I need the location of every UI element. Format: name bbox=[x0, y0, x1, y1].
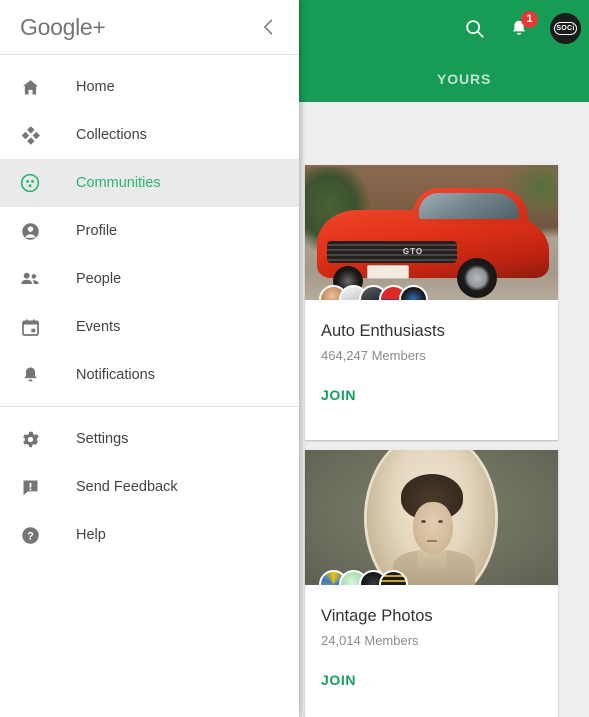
community-card-body: Auto Enthusiasts 464,247 Members JOIN bbox=[305, 300, 558, 405]
community-title: Vintage Photos bbox=[321, 607, 433, 625]
help-question-icon: ? bbox=[18, 523, 42, 547]
feedback-bubble-icon bbox=[18, 475, 42, 499]
join-button[interactable]: JOIN bbox=[321, 672, 356, 688]
sidebar-item-people[interactable]: People bbox=[0, 255, 299, 303]
sidebar-item-label: Events bbox=[76, 319, 121, 335]
sidebar-item-label: Settings bbox=[76, 431, 129, 447]
community-card[interactable]: GTO Auto Enthusiasts 464,247 Members JOI… bbox=[305, 165, 558, 440]
sidebar-item-notifications[interactable]: Notifications bbox=[0, 351, 299, 399]
drawer-primary-nav: Home Collections Communities Profile Peo… bbox=[0, 55, 299, 559]
join-button[interactable]: JOIN bbox=[321, 387, 356, 403]
sidebar-item-collections[interactable]: Collections bbox=[0, 111, 299, 159]
avatar-label: SOCi bbox=[554, 22, 577, 35]
collections-diamonds-icon bbox=[18, 123, 42, 147]
navigation-drawer: Google+ Home Collections Communities Pro… bbox=[0, 0, 299, 717]
community-member-count: 24,014 Members bbox=[321, 633, 419, 648]
member-avatar-row bbox=[319, 570, 408, 585]
sidebar-item-label: People bbox=[76, 271, 122, 287]
app-bar-actions: 1 SOCi bbox=[460, 0, 581, 57]
sidebar-item-profile[interactable]: Profile bbox=[0, 207, 299, 255]
community-member-count: 464,247 Members bbox=[321, 348, 426, 363]
sidebar-item-label: Collections bbox=[76, 127, 147, 143]
sidebar-item-communities[interactable]: Communities bbox=[0, 159, 299, 207]
sidebar-item-help[interactable]: ? Help bbox=[0, 511, 299, 559]
communities-circle-icon bbox=[18, 171, 42, 195]
person-circle-icon bbox=[18, 219, 42, 243]
member-avatar-row bbox=[319, 285, 428, 300]
gear-icon bbox=[18, 427, 42, 451]
sidebar-item-label: Profile bbox=[76, 223, 118, 239]
calendar-icon bbox=[18, 315, 42, 339]
people-group-icon bbox=[18, 267, 42, 291]
app-root: 1 SOCi MBER YOURS bbox=[0, 0, 589, 717]
drawer-divider bbox=[0, 406, 299, 407]
home-icon bbox=[18, 75, 42, 99]
drawer-header: Google+ bbox=[0, 0, 299, 55]
sidebar-item-label: Send Feedback bbox=[76, 479, 178, 495]
google-plus-logo: Google+ bbox=[20, 13, 106, 40]
avatar[interactable]: SOCi bbox=[550, 13, 581, 44]
sidebar-item-label: Notifications bbox=[76, 367, 155, 383]
search-icon[interactable] bbox=[460, 14, 490, 44]
sidebar-item-label: Communities bbox=[76, 175, 161, 191]
sidebar-item-send-feedback[interactable]: Send Feedback bbox=[0, 463, 299, 511]
bell-icon bbox=[18, 363, 42, 387]
svg-text:?: ? bbox=[27, 530, 34, 542]
community-card[interactable]: Vintage Photos 24,014 Members JOIN bbox=[305, 450, 558, 717]
community-card-body: Vintage Photos 24,014 Members JOIN bbox=[305, 585, 558, 690]
notifications-badge: 1 bbox=[521, 10, 538, 28]
sidebar-item-label: Help bbox=[76, 527, 106, 543]
sidebar-item-events[interactable]: Events bbox=[0, 303, 299, 351]
notifications-bell-icon[interactable]: 1 bbox=[504, 10, 538, 44]
community-cover-photo: GTO bbox=[305, 165, 558, 300]
sidebar-item-home[interactable]: Home bbox=[0, 63, 299, 111]
chevron-left-icon[interactable] bbox=[257, 15, 281, 39]
sidebar-item-settings[interactable]: Settings bbox=[0, 415, 299, 463]
community-title: Auto Enthusiasts bbox=[321, 322, 445, 340]
tab-yours[interactable]: YOURS bbox=[437, 57, 491, 102]
sidebar-item-label: Home bbox=[76, 79, 115, 95]
community-cover-photo bbox=[305, 450, 558, 585]
